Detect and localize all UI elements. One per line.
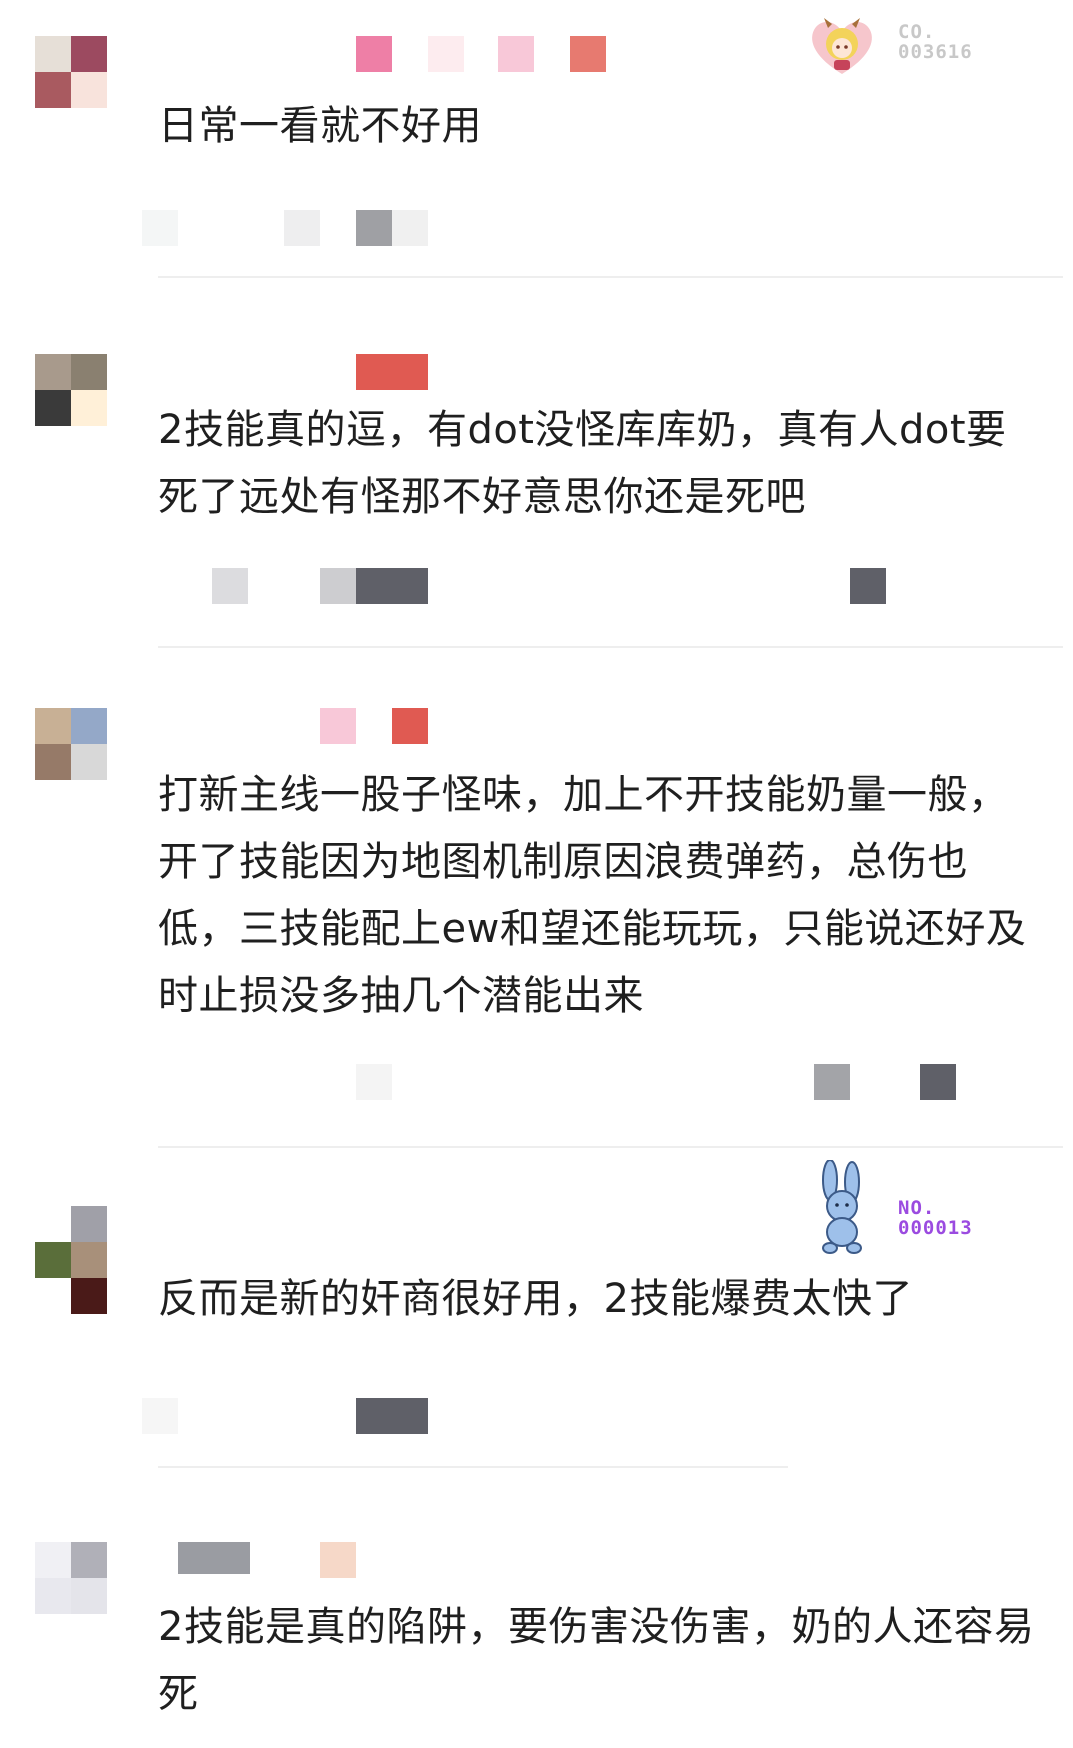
bunny-badge-icon [822, 1159, 862, 1254]
avatar[interactable] [35, 36, 107, 108]
divider [158, 276, 1063, 278]
like-icon[interactable] [814, 1064, 850, 1100]
avatar[interactable] [35, 1542, 107, 1614]
comment-text: 日常一看就不好用 [158, 103, 482, 149]
more-icon[interactable] [920, 1064, 956, 1100]
divider [158, 1146, 1063, 1148]
comment-item: CO. 003616 日常一看就不好用 [0, 0, 1073, 278]
avatar[interactable] [35, 1206, 107, 1314]
comment-text: 打新主线一股子怪味，加上不开技能奶量一般，开了技能因为地图机制原因浪费弹药，总伤… [158, 772, 1027, 1019]
more-icon[interactable] [850, 568, 886, 604]
avatar[interactable] [35, 708, 107, 780]
badge-number: CO. 003616 [898, 21, 973, 63]
like-icon[interactable] [212, 568, 248, 604]
fan-badge: CO. 003616 [806, 14, 986, 78]
fan-badge: NO. 000013 [806, 1159, 986, 1256]
avatar[interactable] [35, 354, 107, 426]
comment-text: 反而是新的奸商很好用，2技能爆费太快了 [158, 1276, 913, 1322]
divider [158, 646, 1063, 648]
divider [158, 1466, 788, 1468]
anime-girl-badge-icon [812, 18, 872, 74]
badge-number: NO. 000013 [898, 1197, 973, 1239]
comment-text: 2技能是真的陷阱，要伤害没伤害，奶的人还容易死 [158, 1604, 1035, 1717]
comment-text: 2技能真的逗，有dot没怪库库奶，真有人dot要死了远处有怪那不好意思你还是死吧 [158, 407, 1007, 520]
